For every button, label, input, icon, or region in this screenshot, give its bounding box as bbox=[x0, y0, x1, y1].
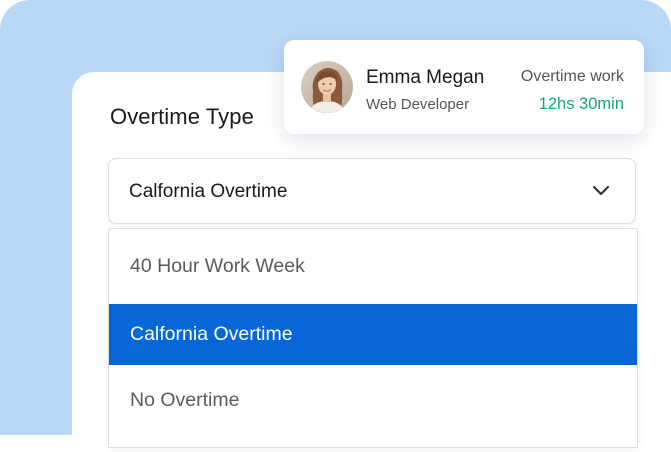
option-calfornia-overtime[interactable]: Calfornia Overtime bbox=[109, 304, 637, 365]
overtime-work-label: Overtime work bbox=[520, 68, 624, 85]
overtime-type-select[interactable]: Calfornia Overtime bbox=[108, 158, 636, 224]
employee-name: Emma Megan bbox=[366, 67, 485, 88]
employee-role: Web Developer bbox=[366, 96, 470, 113]
option-no-overtime[interactable]: No Overtime bbox=[109, 365, 637, 435]
overtime-type-options: 40 Hour Work Week Calfornia Overtime No … bbox=[108, 228, 638, 448]
avatar bbox=[301, 61, 353, 113]
chevron-down-icon[interactable] bbox=[591, 183, 611, 199]
overtime-work-value: 12hs 30min bbox=[538, 95, 624, 113]
select-current-value: Calfornia Overtime bbox=[129, 181, 288, 202]
option-40-hour-work-week[interactable]: 40 Hour Work Week bbox=[109, 229, 637, 304]
employee-profile-card: Emma Megan Web Developer Overtime work 1… bbox=[284, 40, 644, 134]
overtime-type-heading: Overtime Type bbox=[110, 104, 254, 129]
avatar-image bbox=[301, 61, 353, 113]
